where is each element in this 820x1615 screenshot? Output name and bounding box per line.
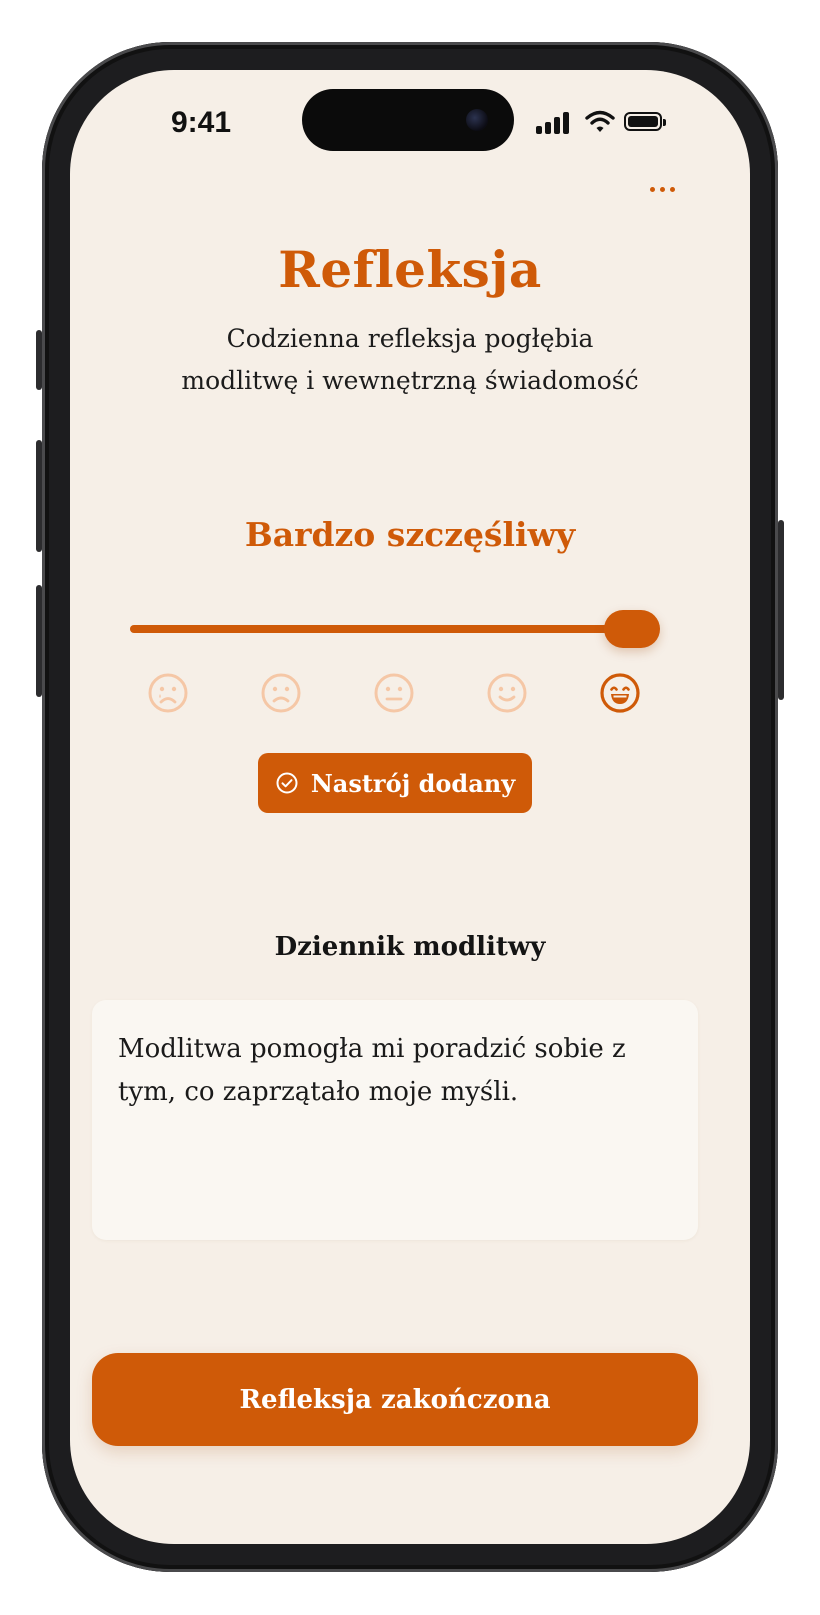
power-button	[778, 520, 784, 700]
face-smile-icon[interactable]	[486, 672, 528, 714]
face-very-sad-icon[interactable]	[147, 672, 189, 714]
wifi-icon	[585, 110, 615, 132]
face-neutral-icon[interactable]	[373, 672, 415, 714]
face-grin-icon[interactable]	[599, 672, 641, 714]
more-options-button[interactable]	[640, 174, 684, 204]
finish-reflection-button[interactable]: Refleksja zakończona	[92, 1353, 698, 1446]
status-icons	[536, 110, 676, 134]
check-circle-icon	[276, 772, 298, 794]
slider-thumb[interactable]	[604, 610, 660, 648]
subtitle-line: Codzienna refleksja pogłębia	[226, 324, 594, 353]
cellular-signal-icon	[536, 110, 574, 134]
journal-entry-line: tym, co zaprzątało moje myśli.	[118, 1077, 519, 1107]
status-time: 9:41	[170, 106, 232, 139]
more-horizontal-icon	[649, 186, 655, 192]
journal-entry-textarea[interactable]: Modlitwa pomogła mi poradzić sobie z tym…	[92, 1000, 698, 1240]
journal-title: Dziennik modlitwy	[274, 932, 546, 962]
dynamic-island	[302, 89, 514, 151]
camera-lens-icon	[466, 109, 488, 131]
mood-label: Bardzo szczęśliwy	[244, 515, 576, 554]
subtitle-line: modlitwę i wewnętrzną świadomość	[181, 366, 639, 395]
face-sad-icon[interactable]	[260, 672, 302, 714]
page-subtitle: Codzienna refleksja pogłębia modlitwę i …	[130, 318, 690, 402]
journal-entry-line: Modlitwa pomogła mi poradzić sobie z	[118, 1034, 626, 1064]
mood-added-button[interactable]: Nastrój dodany	[258, 753, 532, 813]
mood-slider[interactable]	[130, 610, 660, 648]
battery-icon	[624, 112, 666, 131]
slider-fill	[130, 625, 632, 633]
phone-screen: 9:41 Refleksja Codzienna refleksja pogłę…	[70, 70, 750, 1544]
mood-added-label: Nastrój dodany	[310, 768, 516, 798]
slider-track	[130, 625, 660, 633]
page-title: Refleksja	[278, 240, 542, 299]
